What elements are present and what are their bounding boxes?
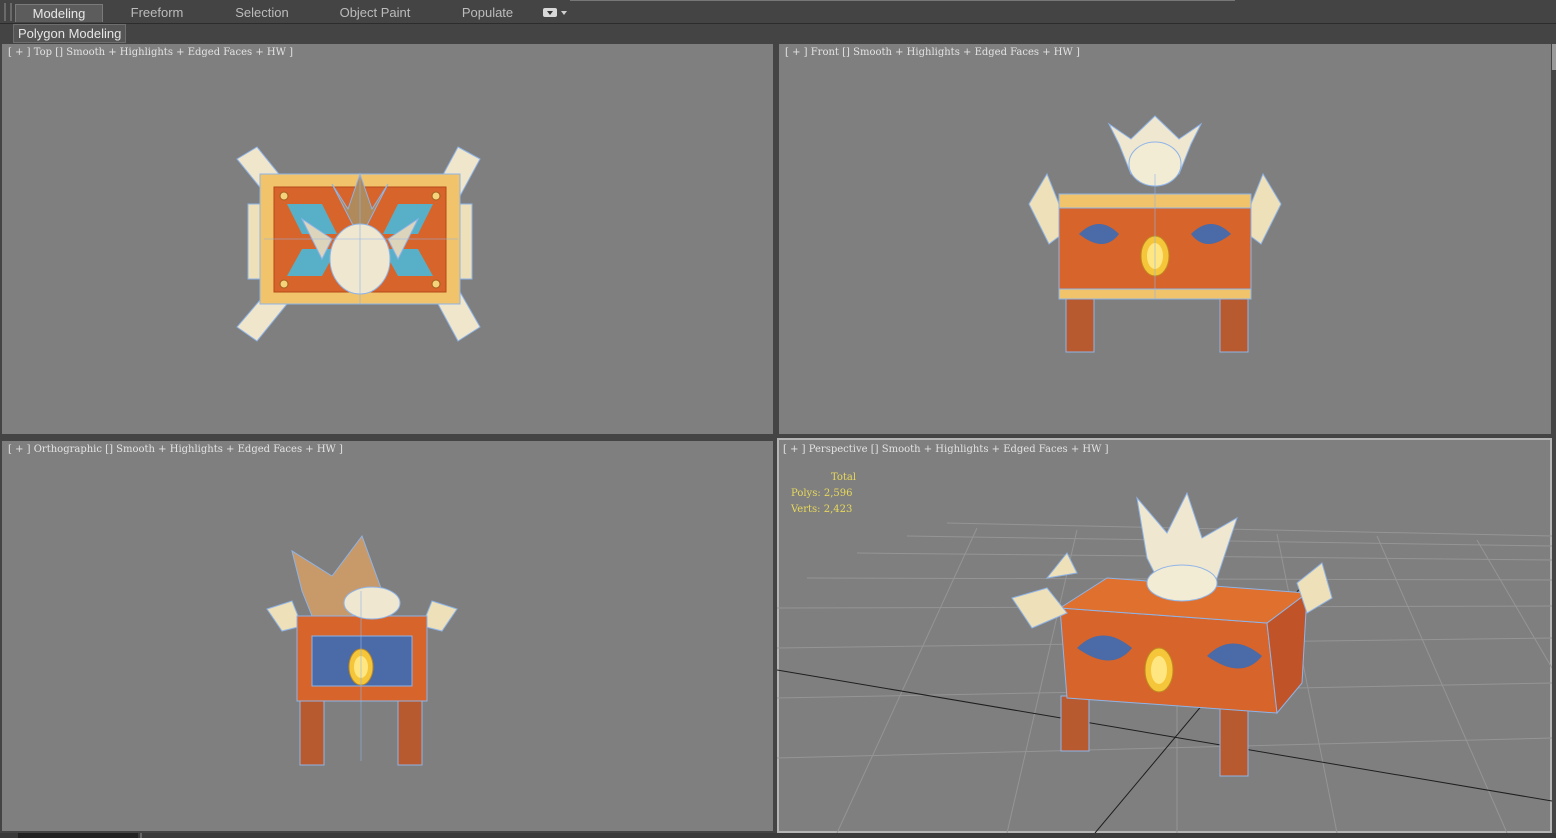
right-scrollbar[interactable] <box>1552 44 1556 70</box>
chest-leg-front-left <box>1060 695 1090 752</box>
dropdown-icon <box>543 8 557 17</box>
ribbon-top-divider <box>570 0 1235 1</box>
tab-object-paint[interactable]: Object Paint <box>330 4 420 22</box>
perspective-view-scene <box>777 491 1552 833</box>
top-view-model <box>236 146 481 342</box>
chest-leg-left <box>1065 293 1095 353</box>
viewport-top[interactable]: [ + ] Top [] Smooth + Highlights + Edged… <box>2 44 773 434</box>
bottom-bar <box>0 833 1556 838</box>
tab-freeform[interactable]: Freeform <box>117 4 197 22</box>
chest-leg-right <box>397 698 423 766</box>
chest-leg-front-right <box>1219 705 1249 777</box>
ribbon-grip-handle[interactable] <box>4 3 12 21</box>
ribbon-panel: Polygon Modeling <box>0 24 1556 43</box>
chevron-down-icon <box>561 11 567 15</box>
bottom-separator <box>140 833 142 838</box>
tab-selection[interactable]: Selection <box>222 4 302 22</box>
tab-populate[interactable]: Populate <box>450 4 525 22</box>
polygon-modeling-panel-button[interactable]: Polygon Modeling <box>13 24 127 43</box>
ribbon-bar: Modeling Freeform Selection Object Paint… <box>0 0 1556 24</box>
chest-handle-left <box>1011 587 1068 629</box>
bottom-tab[interactable] <box>18 833 138 838</box>
front-view-model <box>1028 115 1282 353</box>
ribbon-options-dropdown[interactable] <box>543 7 569 19</box>
orthographic-view-model <box>266 534 458 766</box>
viewport-orthographic[interactable]: [ + ] Orthographic [] Smooth + Highlight… <box>2 441 773 831</box>
chest-leg-right <box>1219 293 1249 353</box>
chest-leg-left <box>299 698 325 766</box>
viewport-front[interactable]: [ + ] Front [] Smooth + Highlights + Edg… <box>779 44 1551 434</box>
viewport-perspective[interactable]: [ + ] Perspective [] Smooth + Highlights… <box>777 438 1552 833</box>
tab-modeling[interactable]: Modeling <box>15 4 103 22</box>
